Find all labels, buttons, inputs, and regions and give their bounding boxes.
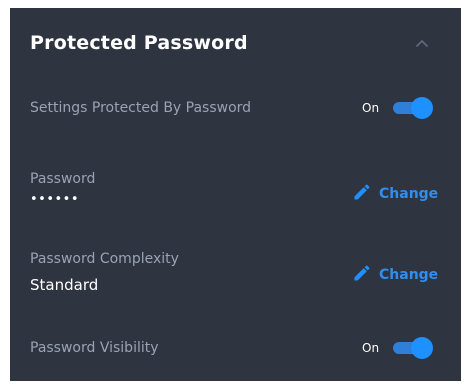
pencil-icon: [352, 263, 372, 287]
toggle-state-text: On: [362, 341, 380, 355]
change-button-label: Change: [379, 186, 439, 202]
protected-password-panel: Protected Password Settings Protected By…: [10, 8, 461, 381]
section-title: Protected Password: [30, 32, 248, 54]
toggle-knob: [411, 337, 434, 359]
setting-label: Password Complexity: [30, 251, 179, 267]
change-button-label: Change: [379, 267, 439, 283]
password-masked-value: ••••••: [30, 192, 80, 207]
visibility-toggle-control[interactable]: On: [362, 337, 434, 359]
setting-row-complexity: Password Complexity Standard Change: [10, 250, 461, 294]
toggle-knob: [411, 97, 434, 119]
chevron-up-icon[interactable]: [410, 33, 434, 53]
setting-row-visibility: Password Visibility On: [10, 334, 461, 364]
toggle-state-text: On: [362, 101, 380, 115]
setting-label: Password: [30, 171, 96, 187]
setting-label: Settings Protected By Password: [30, 100, 252, 116]
change-complexity-button[interactable]: Change: [352, 263, 438, 287]
setting-label: Password Visibility: [30, 340, 159, 356]
pencil-icon: [352, 182, 372, 206]
section-header[interactable]: Protected Password: [10, 8, 461, 80]
setting-row-protected-by-password: Settings Protected By Password On: [10, 94, 461, 124]
change-password-button[interactable]: Change: [352, 182, 438, 206]
protected-toggle-switch[interactable]: [393, 97, 434, 119]
complexity-value: Standard: [30, 276, 99, 294]
protected-toggle-control[interactable]: On: [362, 97, 434, 119]
visibility-toggle-switch[interactable]: [393, 337, 434, 359]
setting-row-password: Password •••••• Change: [10, 168, 461, 210]
